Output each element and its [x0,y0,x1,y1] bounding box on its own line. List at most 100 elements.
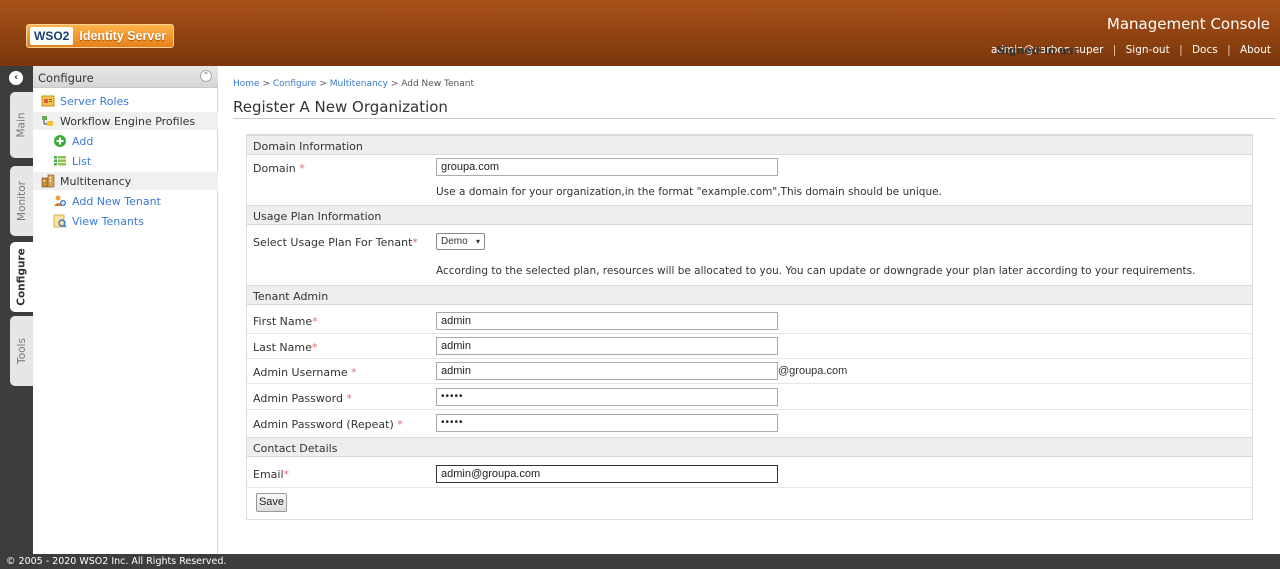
server-roles-icon [41,94,55,108]
separator: | [1227,44,1231,56]
section-title: Tenant Admin [253,290,329,303]
copyright-text: © 2005 - 2020 WSO2 Inc. All Rights Reser… [6,556,227,567]
sidebar-item-view-tenants[interactable]: View Tenants [53,212,144,230]
tab-tools[interactable]: Tools [10,316,33,386]
email-label: Email* [253,468,289,481]
separator: | [1179,44,1183,56]
required-marker: * [346,392,352,405]
sidebar-item-list[interactable]: List [53,152,91,170]
breadcrumb-current: Add New Tenant [401,79,474,89]
breadcrumb: Home > Configure > Multitenancy > Add Ne… [233,79,474,89]
row-divider [247,333,1252,334]
sign-out-link[interactable]: Sign-out [1126,44,1170,56]
required-marker: * [299,162,305,175]
tab-monitor[interactable]: Monitor [10,166,33,236]
username-domain-suffix: @groupa.com [778,365,848,377]
domain-label: Domain * [253,162,305,175]
tab-tools-label: Tools [15,338,28,364]
section-contact-details: Contact Details [247,437,1252,457]
product-name: Identity Server [79,29,167,43]
breadcrumb-separator: > [388,79,402,89]
tab-configure[interactable]: Configure [10,242,33,312]
separator: | [1112,44,1117,56]
row-divider [247,487,1252,488]
footer: © 2005 - 2020 WSO2 Inc. All Rights Reser… [0,554,1280,569]
last-name-label-text: Last Name [253,341,312,354]
sidebar-item-label: List [72,154,92,168]
admin-password-label: Admin Password * [253,392,352,405]
breadcrumb-multitenancy[interactable]: Multitenancy [330,79,388,89]
tab-main[interactable]: Main [10,92,33,158]
required-marker: * [412,236,418,249]
admin-username-label-text: Admin Username [253,366,348,379]
last-name-input[interactable]: admin [436,337,778,355]
row-divider [247,409,1252,410]
divider [233,118,1276,119]
tab-configure-label: Configure [15,248,28,306]
email-label-text: Email [253,468,284,481]
section-title: Usage Plan Information [253,210,382,223]
sidebar-item-label: Multitenancy [60,174,132,188]
required-marker: * [397,418,403,431]
email-input[interactable]: admin@groupa.com [436,465,778,483]
console-title: Management Console [1106,15,1270,33]
sidebar-item-add-new-tenant[interactable]: Add New Tenant [53,192,161,210]
sidebar-item-server-roles[interactable]: Server Roles [41,92,129,110]
domain-hint: Use a domain for your organization,in th… [436,186,942,198]
usage-plan-select[interactable]: Demo ▾ [436,233,485,250]
sidebar-title: Configure [38,71,94,85]
first-name-label-text: First Name [253,315,313,328]
sidebar: Configure ⌃ Server Roles Workflow Engine… [33,66,218,554]
sidebar-item-label: Server Roles [60,94,130,108]
wso2-logo-text: WSO2 [30,27,74,45]
usage-plan-value: Demo [441,236,468,247]
sidebar-header: Configure ⌃ [33,66,218,88]
domain-label-text: Domain [253,162,296,175]
view-tenants-icon [53,214,67,228]
section-tenant-admin: Tenant Admin [247,285,1252,305]
sidebar-item-label: Workflow Engine Profiles [60,114,196,128]
admin-password-input[interactable]: ••••• [436,388,778,406]
plan-label-text: Select Usage Plan For Tenant [253,236,413,249]
breadcrumb-home[interactable]: Home [233,79,260,89]
sidebar-item-label: Add New Tenant [72,194,161,208]
last-name-label: Last Name* [253,341,317,354]
tab-main-label: Main [15,112,28,138]
header-decoration [220,0,450,66]
sidebar-item-multitenancy[interactable]: Multitenancy [33,172,218,190]
required-marker: * [311,341,318,354]
domain-input[interactable]: groupa.com [436,158,778,176]
plan-label: Select Usage Plan For Tenant* [253,236,418,249]
section-title: Domain Information [253,140,363,153]
plan-hint: According to the selected plan, resource… [436,265,1196,277]
required-marker: * [351,366,357,379]
sidebar-item-add[interactable]: Add [53,132,93,150]
sidebar-item-label: View Tenants [72,214,144,228]
docs-link[interactable]: Docs [1192,44,1218,56]
product-logo[interactable]: WSO2 Identity Server [26,24,174,48]
user-bar: Signed-in as: admin@carbon.super | Sign-… [991,44,1271,57]
sidebar-item-workflow[interactable]: Workflow Engine Profiles [33,112,218,130]
about-link[interactable]: About [1240,44,1271,56]
admin-password-repeat-input[interactable]: ••••• [436,414,778,432]
app-header: WSO2 Identity Server Management Console … [0,0,1280,66]
vertical-tab-bar: ‹ Main Monitor Configure Tools [0,66,33,554]
breadcrumb-separator: > [259,79,273,89]
admin-password-repeat-label: Admin Password (Repeat) * [253,418,403,431]
signed-in-label: Signed-in as: [996,44,1078,57]
admin-username-input[interactable]: admin [436,362,778,380]
collapse-icon[interactable]: ⌃ [200,70,212,82]
collapse-menu-icon[interactable]: ‹ [9,71,23,85]
breadcrumb-configure[interactable]: Configure [273,79,317,89]
save-button[interactable]: Save [256,493,287,512]
section-domain-information: Domain Information [247,135,1252,155]
breadcrumb-separator: > [316,79,330,89]
row-divider [247,358,1252,359]
add-icon [53,134,67,148]
chevron-down-icon: ▾ [475,237,480,246]
required-marker: * [312,315,318,328]
first-name-input[interactable]: admin [436,312,778,330]
sidebar-item-label: Add [72,134,94,148]
admin-password-repeat-label-text: Admin Password (Repeat) [253,418,394,431]
multitenancy-icon [41,174,55,188]
